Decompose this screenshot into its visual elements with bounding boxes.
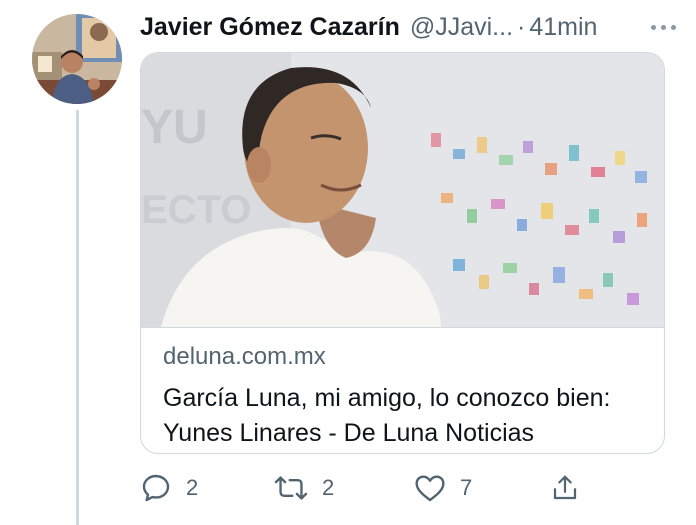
link-preview-card[interactable]: YU ECTO deluna.com.mx García Luna, mi am… [140,52,665,454]
comment-icon [142,474,170,502]
card-title: García Luna, mi amigo, lo conozco bien: … [163,384,611,447]
tweet-actions: 2 2 7 [140,468,600,508]
like-button[interactable]: 7 [414,468,472,508]
card-image[interactable]: YU ECTO [141,53,664,328]
avatar[interactable] [32,14,122,104]
tweet-timestamp[interactable]: 41min [529,13,597,42]
retweet-button[interactable]: 2 [274,468,334,508]
retweet-count: 2 [322,475,335,500]
share-icon [553,475,577,500]
reply-button[interactable]: 2 [140,468,198,508]
svg-text:ECTO: ECTO [141,188,251,232]
author-name[interactable]: Javier Gómez Cazarín [140,13,400,42]
share-button[interactable] [550,468,580,508]
svg-text:YU: YU [141,101,208,154]
thread-connector-line [76,110,79,525]
avatar-photo [32,14,122,104]
tweet-header: Javier Gómez Cazarín @JJavi... · 41min [140,12,676,42]
heart-icon [415,475,445,502]
reply-count: 2 [186,475,199,500]
more-dots-icon[interactable] [636,12,676,42]
card-photo: YU ECTO [141,53,664,327]
like-count: 7 [460,475,473,500]
card-text[interactable]: deluna.com.mx García Luna, mi amigo, lo … [163,343,648,451]
card-domain: deluna.com.mx [163,343,326,370]
retweet-icon [274,476,308,500]
separator-dot: · [517,12,526,41]
author-handle[interactable]: @JJavi... [410,13,513,42]
